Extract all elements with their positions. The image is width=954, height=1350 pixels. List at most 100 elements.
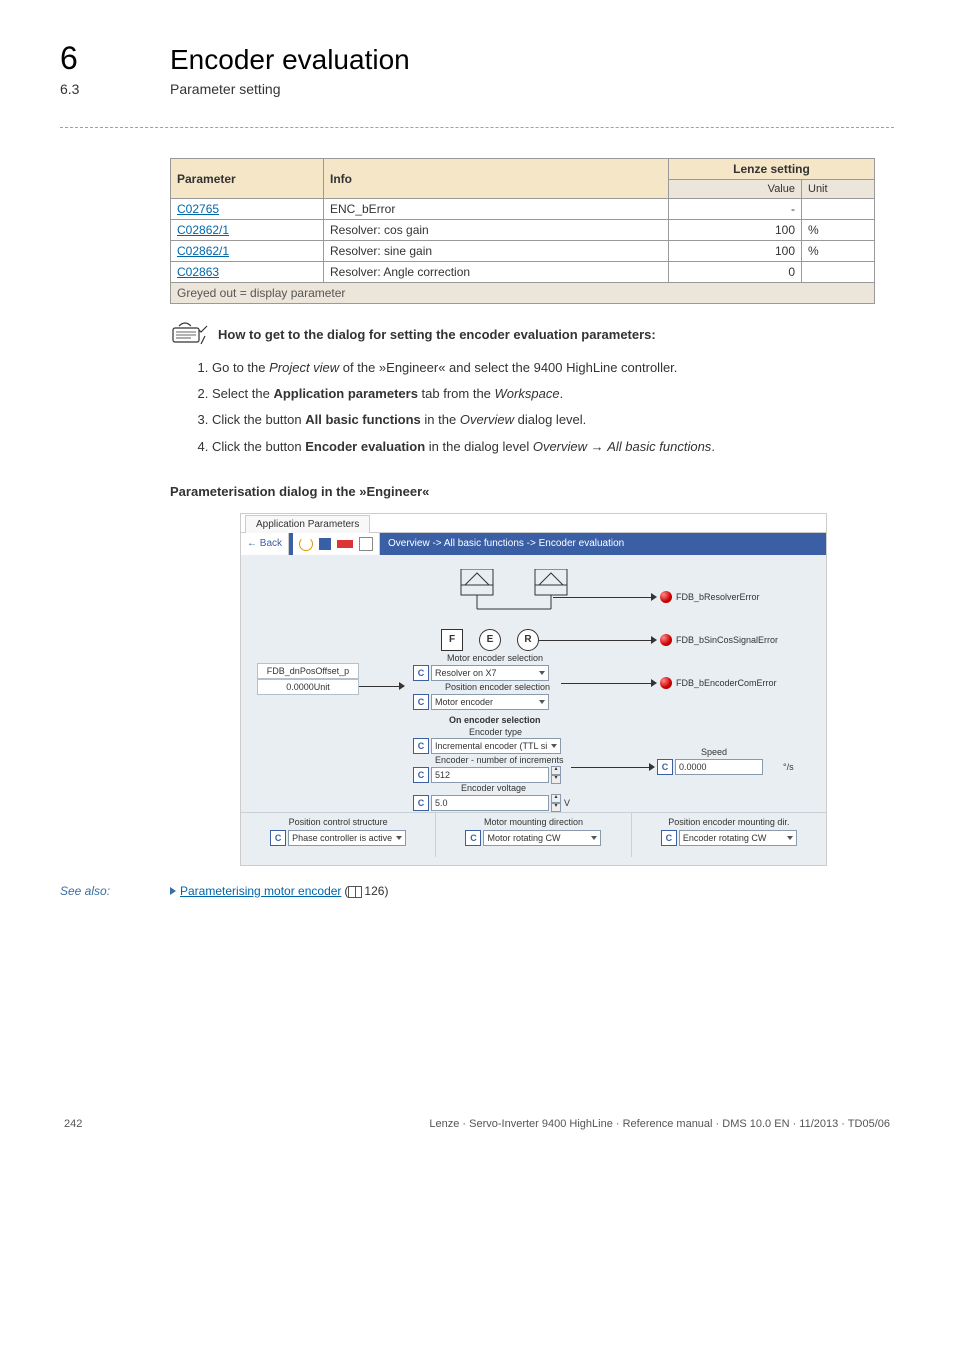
toolbar-icons — [293, 533, 380, 555]
param-link[interactable]: C02765 — [171, 199, 324, 220]
b1-label: Position control structure — [241, 817, 435, 827]
th-value: Value — [669, 180, 802, 199]
node-caption: Motor encoder selection — [447, 653, 543, 663]
pos-enc-caption: Position encoder selection — [445, 682, 550, 692]
spinner[interactable]: ▴▾ — [551, 766, 561, 784]
param-link[interactable]: C02862/1 — [171, 241, 324, 262]
speed-output: 0.0000 — [675, 759, 763, 775]
param-info: ENC_bError — [324, 199, 669, 220]
see-also-label: See also: — [60, 884, 170, 898]
pos-enc-mount-select[interactable]: Encoder rotating CW — [679, 830, 797, 846]
param-value: - — [669, 199, 802, 220]
motor-mount-select[interactable]: Motor rotating CW — [483, 830, 601, 846]
howto-heading: How to get to the dialog for setting the… — [218, 327, 656, 342]
param-info: Resolver: Angle correction — [324, 262, 669, 283]
enc-volt-label: Encoder voltage — [461, 783, 526, 793]
encoder-voltage-input[interactable]: 5.0 — [431, 795, 549, 811]
arrow-icon — [399, 682, 405, 690]
node-e: E — [479, 629, 501, 651]
param-link[interactable]: C02862/1 — [171, 220, 324, 241]
param-link[interactable]: C02863 — [171, 262, 324, 283]
page-number: 242 — [64, 1118, 82, 1130]
expand-icon[interactable] — [319, 538, 331, 550]
out-encodercom-error: FDB_bEncoderComError — [676, 678, 777, 688]
param-value: 100 — [669, 220, 802, 241]
param-unit: % — [802, 241, 875, 262]
divider — [60, 127, 894, 128]
section-title: Parameter setting — [170, 81, 281, 97]
status-dot — [660, 677, 672, 689]
c-button[interactable]: C — [413, 795, 429, 811]
c-button[interactable]: C — [413, 767, 429, 783]
motor-encoder-select[interactable]: Resolver on X7 — [431, 665, 549, 681]
see-also-link[interactable]: Parameterising motor encoder — [180, 884, 341, 898]
th-info: Info — [324, 159, 669, 199]
th-parameter: Parameter — [171, 159, 324, 199]
howto-icon — [170, 322, 212, 346]
c-button[interactable]: C — [413, 738, 429, 754]
book-icon — [348, 886, 362, 898]
doc-icon[interactable] — [359, 537, 373, 551]
param-unit — [802, 262, 875, 283]
step-3: Click the button All basic functions in … — [212, 411, 894, 429]
param-unit: % — [802, 220, 875, 241]
enc-incr-label: Encoder - number of increments — [435, 755, 564, 765]
arrow-icon — [651, 593, 657, 601]
ss-tab[interactable]: Application Parameters — [245, 515, 370, 533]
encoder-increments-input[interactable]: 512 — [431, 767, 549, 783]
b3-label: Position encoder mounting dir. — [632, 817, 826, 827]
c-button[interactable]: C — [661, 830, 677, 846]
arrow-right-icon — [170, 887, 176, 895]
back-button[interactable]: ← Back — [241, 533, 289, 555]
step-2: Select the Application parameters tab fr… — [212, 385, 894, 403]
node-f: F — [441, 629, 463, 651]
arrow-icon — [651, 679, 657, 687]
chapter-number: 6 — [60, 40, 170, 77]
arrow-icon — [651, 636, 657, 644]
position-encoder-select[interactable]: Motor encoder — [431, 694, 549, 710]
speed-unit: °/s — [783, 762, 794, 772]
c-button[interactable]: C — [413, 665, 429, 681]
diagram-svg — [441, 569, 591, 629]
footer-text: Lenze · Servo-Inverter 9400 HighLine · R… — [429, 1118, 890, 1130]
input-pos-offset-val: 0.0000Unit — [257, 679, 359, 695]
encoder-type-select[interactable]: Incremental encoder (TTL si — [431, 738, 561, 754]
table-footer-note: Greyed out = display parameter — [171, 283, 875, 304]
param-info: Resolver: sine gain — [324, 241, 669, 262]
enc-sel-header: On encoder selection — [449, 715, 541, 725]
param-unit — [802, 199, 875, 220]
pos-ctrl-select[interactable]: Phase controller is active — [288, 830, 406, 846]
refresh-icon[interactable] — [299, 537, 313, 551]
step-4: Click the button Encoder evaluation in t… — [212, 438, 894, 456]
status-dot — [660, 634, 672, 646]
parameter-table: Parameter Info Lenze setting Value Unit … — [170, 158, 875, 304]
param-value: 0 — [669, 262, 802, 283]
input-pos-offset: FDB_dnPosOffset_p — [257, 663, 359, 679]
dialog-heading: Parameterisation dialog in the »Engineer… — [170, 484, 894, 499]
th-unit: Unit — [802, 180, 875, 199]
c-button[interactable]: C — [413, 694, 429, 710]
engineer-screenshot: Application Parameters ← Back Overview -… — [240, 513, 827, 866]
c-button[interactable]: C — [270, 830, 286, 846]
node-r: R — [517, 629, 539, 651]
enc-type-label: Encoder type — [469, 727, 522, 737]
spinner[interactable]: ▴▾ — [551, 794, 561, 812]
chapter-title: Encoder evaluation — [170, 44, 410, 76]
out-sincos-error: FDB_bSinCosSignalError — [676, 635, 778, 645]
c-button[interactable]: C — [465, 830, 481, 846]
steps-list: Go to the Project view of the »Engineer«… — [212, 359, 894, 456]
c-button[interactable]: C — [657, 759, 673, 775]
step-1: Go to the Project view of the »Engineer«… — [212, 359, 894, 377]
out-resolver-error: FDB_bResolverError — [676, 592, 760, 602]
volt-unit: V — [564, 798, 570, 808]
param-info: Resolver: cos gain — [324, 220, 669, 241]
breadcrumb: Overview -> All basic functions -> Encod… — [380, 538, 624, 549]
th-lenze: Lenze setting — [669, 159, 875, 180]
see-also-page: (126) — [344, 884, 388, 898]
arrow-icon — [649, 763, 655, 771]
pin-icon[interactable] — [337, 540, 353, 548]
param-value: 100 — [669, 241, 802, 262]
speed-label: Speed — [701, 747, 727, 757]
b2-label: Motor mounting direction — [436, 817, 630, 827]
section-number: 6.3 — [60, 81, 170, 97]
